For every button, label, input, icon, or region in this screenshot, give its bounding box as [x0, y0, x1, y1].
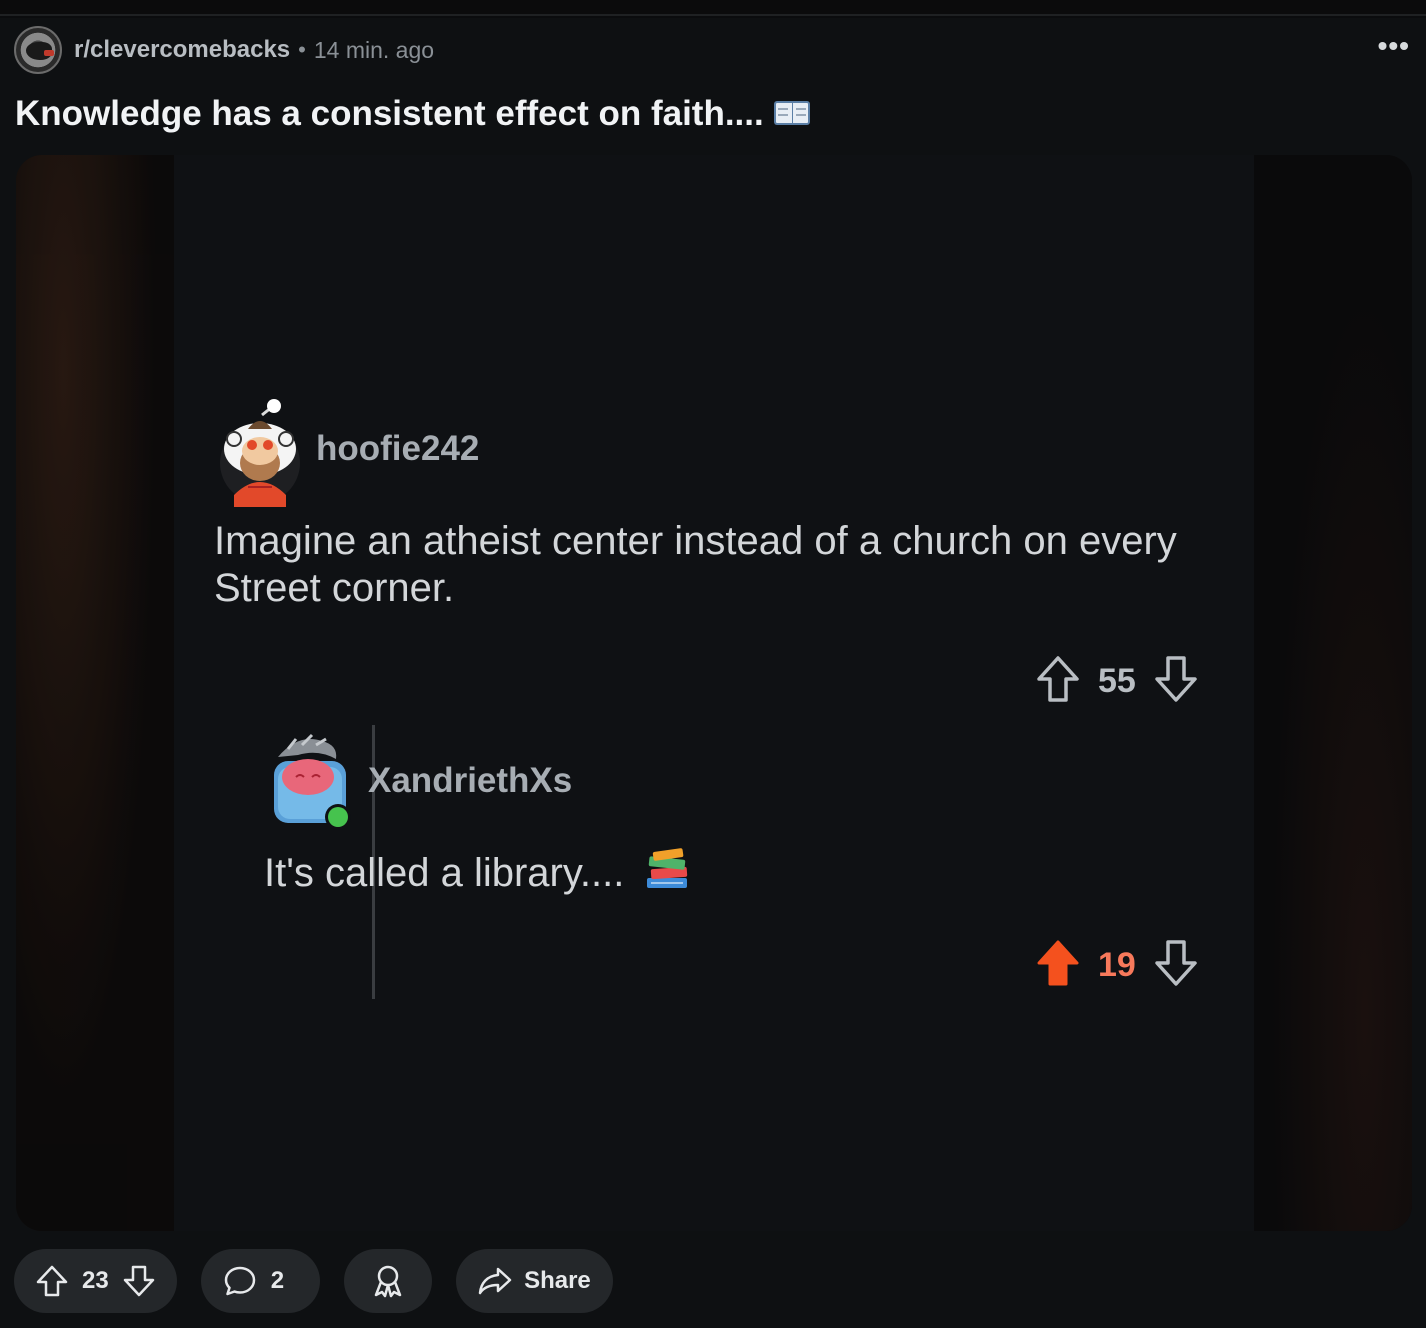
subreddit-name[interactable]: r/clevercomebacks	[74, 36, 290, 64]
comment2-votes: 19	[1036, 939, 1198, 992]
post-action-bar: 23 2 Share	[14, 1249, 613, 1313]
downvote-button[interactable]	[123, 1265, 155, 1297]
post-vote-count: 23	[82, 1267, 109, 1294]
post-card[interactable]: r/clevercomebacks • 14 min. ago ••• Know…	[0, 18, 1426, 1328]
comment1-text-line2: Street corner.	[214, 566, 455, 610]
comment2-text-content: It's called a library....	[264, 851, 625, 895]
comment1-text-line1: Imagine an atheist center instead of a c…	[214, 519, 1177, 563]
comment-icon	[223, 1264, 257, 1298]
comment1-text: Imagine an atheist center instead of a c…	[214, 518, 1177, 612]
online-indicator	[328, 807, 348, 827]
more-options-button[interactable]: •••	[1378, 32, 1410, 60]
media-blur-right	[1254, 155, 1412, 1231]
media-blur-left	[16, 155, 174, 1231]
comment2-text: It's called a library....	[264, 848, 691, 903]
user-avatar-hoofie242	[218, 399, 302, 507]
award-icon	[366, 1264, 410, 1298]
open-book-icon	[773, 99, 810, 127]
comment-count: 2	[270, 1267, 285, 1294]
share-button[interactable]: Share	[456, 1249, 613, 1313]
comment2-username: XandriethXs	[368, 761, 573, 800]
post-header: r/clevercomebacks • 14 min. ago	[14, 26, 434, 74]
share-label: Share	[524, 1267, 591, 1294]
comment1-downvote-icon	[1154, 655, 1198, 708]
award-button[interactable]	[344, 1249, 433, 1313]
comment1-upvote-icon	[1036, 655, 1080, 708]
subreddit-avatar[interactable]	[14, 26, 62, 74]
top-edge-bar	[0, 0, 1426, 16]
books-icon	[643, 848, 691, 903]
comment1-vote-count: 55	[1098, 662, 1136, 700]
comment1-header: hoofie242	[218, 399, 480, 507]
comment2-vote-count: 19	[1098, 946, 1136, 984]
comment1-votes: 55	[1036, 655, 1198, 708]
comments-button[interactable]: 2	[200, 1249, 321, 1313]
comment2-downvote-icon	[1154, 939, 1198, 992]
post-title-text: Knowledge has a consistent effect on fai…	[15, 94, 764, 133]
comment2-upvote-icon-filled	[1036, 939, 1080, 992]
comment1-username: hoofie242	[316, 429, 480, 468]
upvote-button[interactable]	[36, 1265, 68, 1297]
post-timestamp: 14 min. ago	[313, 36, 435, 63]
user-avatar-xandriethxs	[268, 731, 354, 831]
comment-screenshot: hoofie242 Imagine an atheist center inst…	[174, 155, 1254, 1231]
post-media-image[interactable]: hoofie242 Imagine an atheist center inst…	[16, 155, 1412, 1231]
comment2-header: XandriethXs	[268, 731, 572, 831]
vote-pill: 23	[14, 1249, 177, 1313]
share-icon	[478, 1266, 512, 1296]
separator-dot: •	[298, 37, 306, 62]
post-title[interactable]: Knowledge has a consistent effect on fai…	[15, 94, 810, 134]
